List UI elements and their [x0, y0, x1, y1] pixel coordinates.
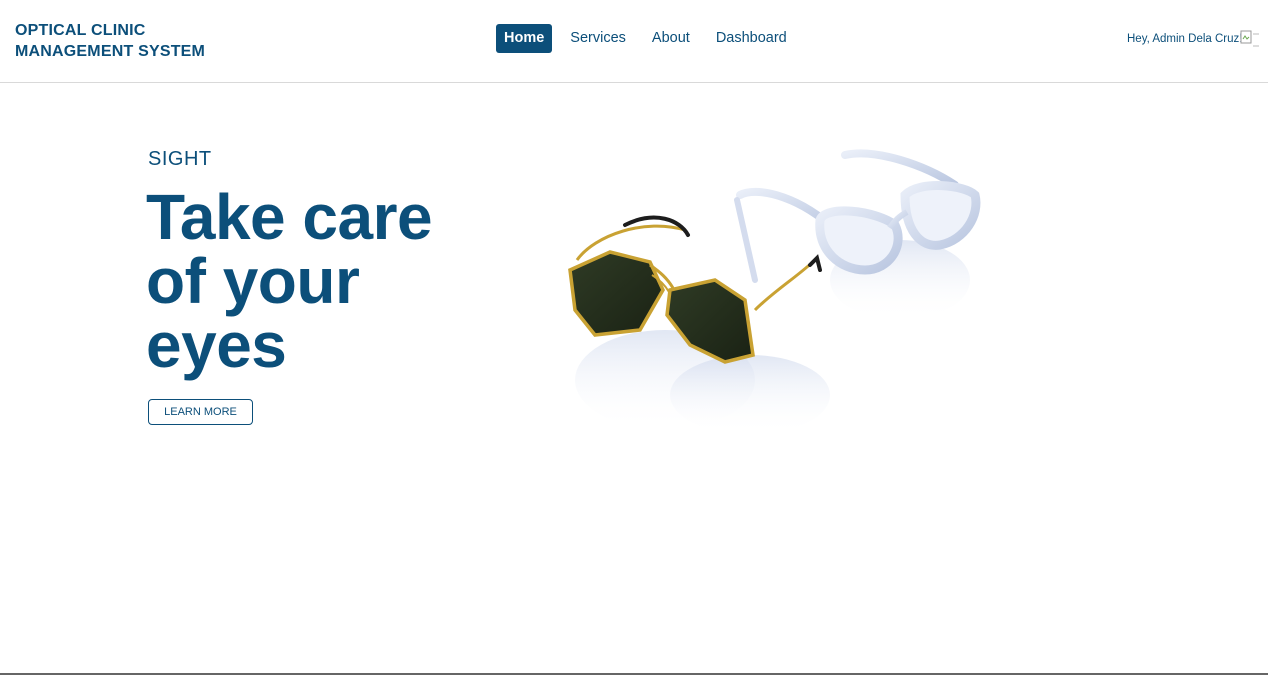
broken-avatar-icon[interactable] — [1240, 30, 1260, 48]
nav-about[interactable]: About — [644, 24, 698, 53]
learn-more-button[interactable]: LEARN MORE — [148, 399, 253, 425]
brand-line-2: MANAGEMENT SYSTEM — [15, 43, 206, 60]
nav-services[interactable]: Services — [562, 24, 634, 53]
main-nav: Home Services About Dashboard — [496, 24, 805, 53]
nav-dashboard[interactable]: Dashboard — [708, 24, 795, 53]
brand-logo[interactable]: OPTICAL CLINIC MANAGEMENT SYSTEM — [15, 20, 205, 62]
navbar: OPTICAL CLINIC MANAGEMENT SYSTEM Home Se… — [0, 0, 1268, 83]
sunglasses-image — [555, 140, 985, 440]
nav-home[interactable]: Home — [496, 24, 553, 53]
hero-eyebrow: SIGHT — [148, 148, 212, 170]
user-greeting: Hey, Admin Dela Cruz! — [1127, 33, 1243, 45]
brand-line-1: OPTICAL CLINIC — [15, 22, 146, 39]
hero-headline: Take care of your eyes — [146, 181, 433, 381]
